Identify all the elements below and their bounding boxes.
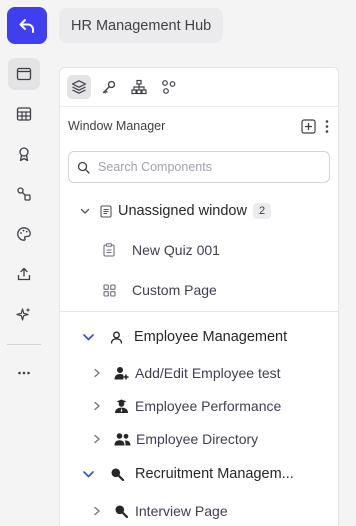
tree-item-label: Custom Page	[132, 282, 217, 298]
layers-icon	[71, 80, 87, 94]
users-icon	[114, 433, 131, 446]
key-icon	[102, 80, 116, 94]
rail-more-button[interactable]	[8, 357, 40, 389]
grid-icon	[103, 283, 116, 297]
back-button[interactable]	[7, 7, 47, 44]
nodes-icon	[162, 80, 176, 94]
tree-item-employee-directory[interactable]: Employee Directory	[60, 426, 338, 452]
upload-icon	[17, 267, 30, 281]
table-icon	[16, 107, 31, 121]
search-icon	[111, 468, 124, 481]
rail-windows-button[interactable]	[7, 58, 40, 90]
tree-item-label: New Quiz 001	[132, 242, 220, 258]
chevron-right-icon	[94, 368, 100, 378]
more-horizontal-icon	[17, 371, 30, 375]
tree-item-employee-performance[interactable]: Employee Performance	[60, 393, 338, 419]
tree-item-label: Employee Directory	[136, 431, 259, 447]
tree-item-label: Interview Page	[135, 503, 228, 519]
tree-item-new-quiz[interactable]: New Quiz 001	[60, 237, 338, 263]
window-manager-panel: Window Manager Search Components Unassig…	[59, 67, 339, 526]
search-input[interactable]	[98, 160, 321, 174]
add-window-button[interactable]	[301, 118, 316, 134]
left-rail	[0, 58, 47, 526]
plus-square-icon	[301, 118, 316, 134]
tree-group-label: Unassigned window	[118, 203, 247, 219]
tree-item-add-edit-employee[interactable]: Add/Edit Employee test	[60, 360, 338, 386]
palette-icon	[16, 227, 31, 241]
tree-group-unassigned[interactable]: Unassigned window 2	[60, 198, 338, 224]
sparkle-icon	[15, 307, 30, 321]
window-icon	[16, 67, 31, 81]
tab-keys[interactable]	[97, 75, 121, 99]
chevron-right-icon	[94, 506, 100, 516]
tab-layers[interactable]	[67, 75, 91, 99]
chevron-right-icon	[94, 401, 100, 411]
rail-palette-button[interactable]	[8, 218, 40, 250]
shapes-icon	[16, 187, 31, 201]
tree-item-custom-page[interactable]: Custom Page	[60, 277, 338, 303]
tree-group-label: Recruitment Managem...	[135, 466, 294, 482]
search-box	[68, 151, 330, 183]
list-icon	[100, 204, 112, 218]
panel-tabbar	[60, 68, 338, 107]
tree-item-label: Add/Edit Employee test	[135, 365, 281, 381]
search-icon	[77, 161, 90, 174]
rail-table-button[interactable]	[8, 98, 40, 130]
clipboard-icon	[103, 243, 115, 257]
rail-ai-button[interactable]	[8, 298, 40, 330]
tree-item-label: Employee Performance	[135, 398, 282, 414]
tree-group-recruitment-management[interactable]: Recruitment Managem...	[60, 461, 338, 487]
window-manager-header: Window Manager	[60, 107, 338, 145]
tree-item-interview-page[interactable]: Interview Page	[60, 498, 338, 524]
count-badge: 2	[252, 203, 272, 219]
section-title: Window Manager	[68, 119, 166, 133]
tree-group-label: Employee Management	[134, 329, 288, 345]
chevron-down-icon	[83, 334, 94, 341]
user-tie-icon	[115, 399, 128, 413]
rail-divider	[6, 344, 41, 345]
chevron-down-icon	[83, 471, 94, 478]
more-vertical-icon	[325, 119, 329, 133]
user-icon	[110, 331, 123, 344]
tree-divider	[60, 311, 338, 312]
sitemap-icon	[131, 79, 147, 95]
rail-upload-button[interactable]	[8, 258, 40, 290]
app-title: HR Management Hub	[59, 8, 224, 43]
tab-components[interactable]	[157, 75, 181, 99]
user-plus-icon	[114, 367, 129, 380]
award-icon	[18, 147, 29, 162]
rail-shapes-button[interactable]	[8, 178, 40, 210]
rail-award-button[interactable]	[8, 138, 40, 170]
chevron-right-icon	[94, 434, 100, 444]
tree-group-employee-management[interactable]: Employee Management	[60, 324, 338, 350]
tab-hierarchy[interactable]	[127, 75, 151, 99]
more-options-button[interactable]	[324, 119, 330, 134]
undo-arrow-icon	[19, 18, 34, 33]
search-icon	[115, 505, 128, 518]
chevron-down-icon	[80, 208, 90, 214]
